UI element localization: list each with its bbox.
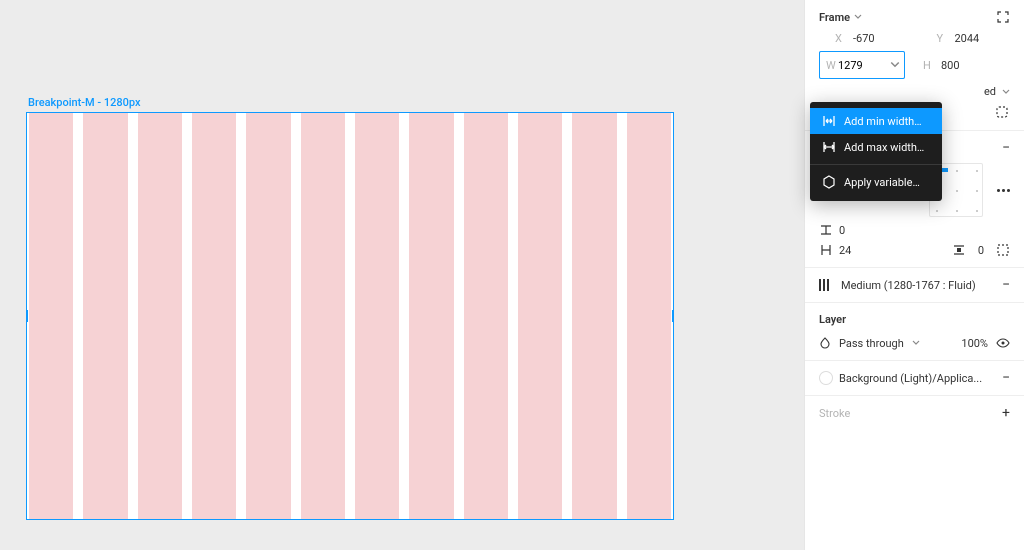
y-value[interactable]: 2044 (955, 32, 1011, 45)
frame-type-dropdown[interactable]: Frame (819, 11, 862, 24)
width-input[interactable]: W 1279 (819, 51, 905, 79)
frame-name-label[interactable]: Breakpoint-M - 1280px (28, 96, 141, 109)
remove-auto-layout-button[interactable]: − (1002, 141, 1010, 155)
min-width-icon (822, 114, 836, 128)
grid-column (464, 113, 508, 519)
chevron-down-icon (912, 339, 920, 347)
individual-padding-icon[interactable] (996, 243, 1010, 257)
opacity-value[interactable]: 100% (961, 337, 988, 350)
remove-grid-button[interactable]: − (1002, 278, 1010, 292)
horizontal-padding-value[interactable]: 24 (839, 244, 889, 257)
resize-handle-right[interactable] (672, 310, 674, 322)
vertical-gap-value[interactable]: 0 (839, 224, 1010, 237)
clip-content-icon[interactable] (994, 104, 1010, 120)
max-width-label: Add max width… (844, 141, 924, 154)
w-value: 1279 (838, 59, 890, 72)
stroke-section: Stroke + (805, 396, 1024, 430)
y-label: Y (937, 32, 949, 45)
selected-frame[interactable] (26, 112, 674, 520)
fill-swatch[interactable] (819, 371, 833, 385)
grid-column (83, 113, 127, 519)
h-label: H (923, 59, 935, 72)
grid-column (246, 113, 290, 519)
add-min-width-item[interactable]: Add min width… (810, 108, 942, 134)
chevron-down-icon[interactable] (890, 60, 900, 70)
grid-column (409, 113, 453, 519)
vertical-padding-icon (952, 243, 966, 257)
remove-fill-button[interactable]: − (1002, 371, 1010, 385)
blend-mode-icon (819, 337, 831, 349)
grid-column (355, 113, 399, 519)
frame-title: Frame (819, 11, 850, 24)
eye-icon[interactable] (996, 336, 1010, 350)
max-width-icon (822, 140, 836, 154)
h-value[interactable]: 800 (941, 59, 1010, 72)
grid-column (192, 113, 236, 519)
width-options-dropdown: Add min width… Add max width… Apply vari… (810, 102, 942, 201)
apply-variable-label: Apply variable… (844, 176, 920, 189)
layout-grid-icon (819, 279, 829, 291)
fill-label[interactable]: Background (Light)/Applica... (839, 372, 996, 385)
layer-title: Layer (819, 313, 846, 326)
add-stroke-button[interactable]: + (1002, 406, 1010, 420)
grid-column (138, 113, 182, 519)
grid-column (518, 113, 562, 519)
layout-grid-columns (27, 113, 673, 519)
chevron-down-icon (854, 13, 862, 21)
chevron-down-icon (1002, 88, 1010, 96)
horizontal-padding-icon (819, 243, 833, 257)
properties-panel: Frame X -670 Y 2044 W 1279 H 800 (804, 0, 1024, 550)
grid-column (572, 113, 616, 519)
blend-mode-value[interactable]: Pass through (839, 337, 904, 350)
resize-handle-left[interactable] (26, 310, 28, 322)
vertical-gap-icon (819, 223, 833, 237)
canvas[interactable]: Breakpoint-M - 1280px (0, 0, 804, 550)
min-width-label: Add min width… (844, 115, 922, 128)
vertical-padding-value[interactable]: 0 (978, 244, 984, 257)
grid-column (301, 113, 345, 519)
resize-to-fit-icon[interactable] (996, 10, 1010, 24)
grid-column (627, 113, 671, 519)
variable-icon (822, 175, 836, 189)
w-label: W (826, 59, 838, 72)
stroke-title: Stroke (819, 407, 850, 420)
resize-mode-partial[interactable]: ed (984, 85, 996, 98)
apply-variable-item[interactable]: Apply variable… (810, 169, 942, 195)
add-max-width-item[interactable]: Add max width… (810, 134, 942, 160)
more-options-icon[interactable] (997, 189, 1010, 192)
layer-section: Layer Pass through 100% (805, 303, 1024, 361)
layout-grid-section: Medium (1280-1767 : Fluid) − (805, 268, 1024, 303)
layout-grid-label[interactable]: Medium (1280-1767 : Fluid) (841, 279, 996, 292)
dropdown-separator (810, 164, 942, 165)
x-label: X (835, 32, 847, 45)
x-value[interactable]: -670 (853, 32, 909, 45)
grid-column (29, 113, 73, 519)
fill-section: Background (Light)/Applica... − (805, 361, 1024, 396)
